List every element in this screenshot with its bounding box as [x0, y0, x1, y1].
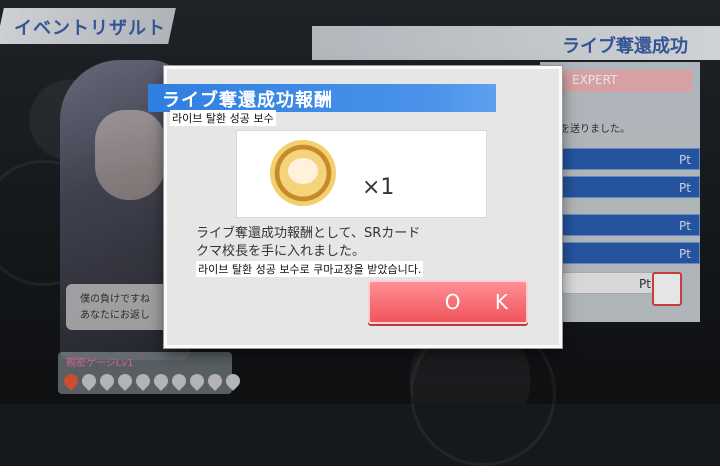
ok-button[interactable]: O K: [368, 280, 528, 324]
reward-description: クマ校長を手に入れました。: [196, 244, 366, 259]
dialog-title: ライブ奪還成功報酬: [162, 90, 333, 111]
reward-quantity: ×1: [362, 175, 395, 200]
reward-description-translation: 라이브 탈환 성공 보수로 쿠마교장을 받았습니다.: [196, 261, 424, 277]
dialog-subtitle: 라이브 탈환 성공 보수: [170, 110, 276, 126]
bear-face-icon: [288, 158, 318, 184]
reward-description: ライブ奪還成功報酬として、SRカード: [196, 226, 421, 241]
